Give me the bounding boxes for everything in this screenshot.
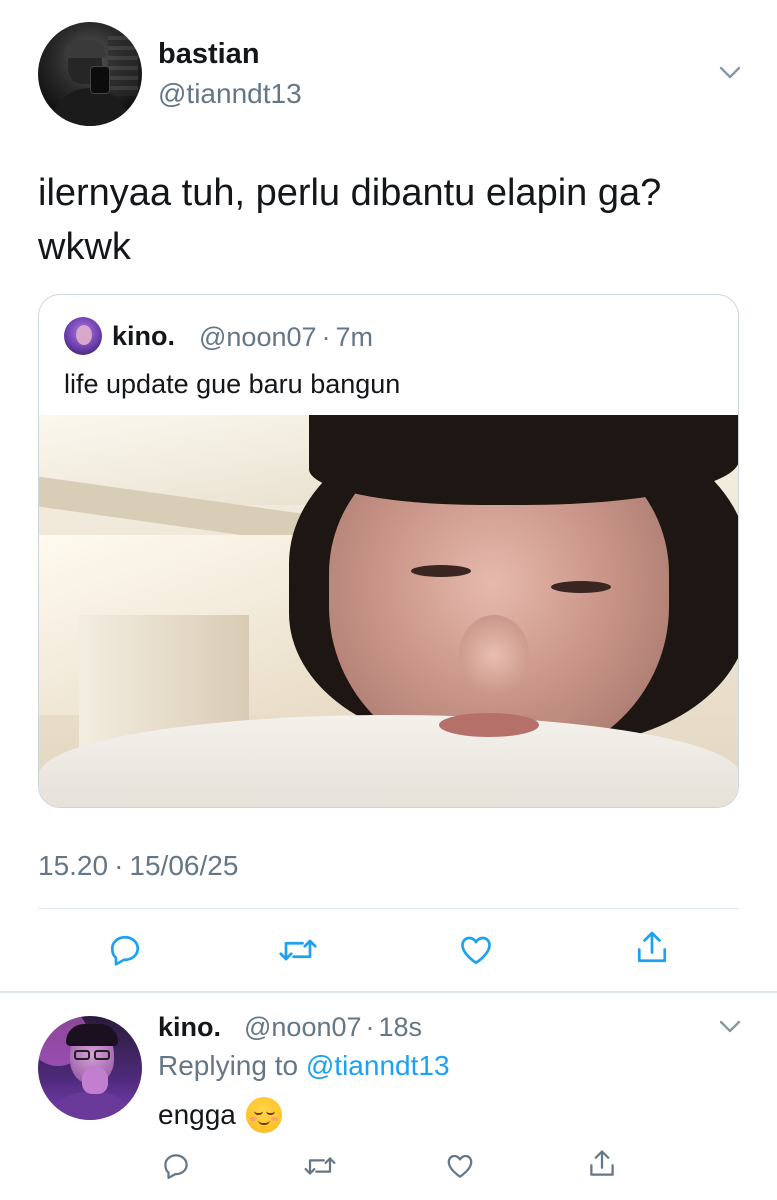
avatar-hair — [66, 1024, 118, 1046]
reply-author-avatar[interactable] — [38, 1016, 142, 1120]
photo-mouth — [439, 713, 539, 737]
photo-eye-left — [411, 565, 471, 577]
replying-to: Replying to @tianndt13 — [158, 1050, 450, 1082]
quoted-tweet-text: life update gue baru bangun — [64, 369, 401, 399]
author-avatar[interactable] — [38, 22, 142, 126]
reply-icon — [110, 935, 140, 966]
reply-reply-button[interactable] — [156, 1146, 196, 1186]
quoted-author-handle: @noon07 — [199, 322, 317, 352]
retweet-button[interactable] — [278, 930, 318, 970]
heart-icon — [447, 1154, 473, 1178]
retweet-icon — [279, 939, 317, 961]
quoted-tweet-photo[interactable] — [39, 415, 738, 807]
heart-icon — [461, 936, 491, 965]
emoji-blush-right — [270, 1117, 278, 1121]
emoji-blush-left — [249, 1117, 257, 1121]
avatar-cap — [64, 40, 106, 58]
reply-text: engga — [158, 1097, 282, 1133]
avatar-hand — [82, 1068, 108, 1094]
avatar-face — [76, 325, 92, 345]
tweet-text: ilernyaa tuh, perlu dibantu elapin ga? w… — [38, 172, 662, 268]
share-icon — [590, 1150, 614, 1176]
replying-prefix: Replying to — [158, 1050, 299, 1081]
retweet-icon — [304, 1157, 336, 1175]
author-handle[interactable]: @tianndt13 — [158, 78, 302, 110]
replying-mention-link[interactable]: @tianndt13 — [306, 1050, 450, 1081]
chevron-down-icon[interactable] — [719, 66, 741, 80]
quoted-tweet-age: 7m — [335, 322, 374, 352]
divider — [38, 908, 739, 909]
photo-eye-right — [551, 581, 611, 593]
meta-separator: · — [321, 322, 331, 352]
avatar-glasses-left — [74, 1050, 90, 1060]
reply-icon — [164, 1154, 188, 1179]
author-display-name[interactable]: bastian — [158, 38, 260, 71]
reply-text-content: engga — [158, 1099, 236, 1130]
thread-divider — [0, 991, 777, 993]
avatar-phone — [90, 66, 110, 94]
reply-author-handle[interactable]: @noon07 — [244, 1012, 362, 1042]
reply-author-meta: @noon07 · 18s — [244, 1012, 422, 1043]
emoji-eye-left — [253, 1111, 263, 1115]
reply-button[interactable] — [105, 930, 145, 970]
meta-separator: · — [365, 1012, 375, 1042]
avatar-background — [108, 36, 138, 96]
photo-nose — [459, 615, 529, 695]
photo-fringe — [309, 415, 738, 505]
like-button[interactable] — [456, 930, 496, 970]
chevron-down-icon[interactable] — [719, 1020, 741, 1034]
reply-author-name[interactable]: kino. — [158, 1012, 221, 1043]
share-button[interactable] — [632, 928, 672, 968]
emoji-eye-right — [265, 1111, 275, 1115]
share-icon — [637, 931, 667, 963]
tweet-date: 15/06/25 — [129, 850, 239, 881]
reply-retweet-button[interactable] — [300, 1146, 340, 1186]
quoted-tweet-card[interactable]: kino. @noon07 · 7m life update gue baru ba… — [38, 294, 739, 808]
reply-age: 18s — [378, 1012, 423, 1042]
quoted-author-avatar[interactable] — [64, 317, 102, 355]
tweet-time: 15.20 — [38, 850, 109, 881]
tweet-timestamp[interactable]: 15.20 · 15/06/25 — [38, 850, 238, 882]
reply-share-button[interactable] — [582, 1144, 622, 1184]
avatar-glasses-right — [94, 1050, 110, 1060]
avatar-body — [46, 1092, 138, 1120]
emoji-mouth — [257, 1120, 270, 1125]
quoted-author-meta: @noon07 · 7m — [199, 322, 373, 353]
quoted-author-name: kino. — [112, 321, 176, 351]
timestamp-separator: · — [114, 850, 124, 881]
relieved-face-emoji-icon — [245, 1097, 282, 1133]
reply-like-button[interactable] — [440, 1146, 480, 1186]
